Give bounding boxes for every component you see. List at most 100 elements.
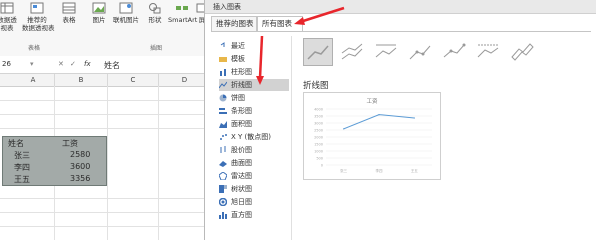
spreadsheet-grid[interactable]: A B C D 姓名 工资 张三 2580 李四 3600 王五 3356 (0, 74, 211, 240)
pivot-table-label: 数据透 视表 (0, 16, 17, 32)
category-label: 条形图 (231, 107, 252, 115)
category-recent[interactable]: 最近 (219, 40, 289, 52)
column-header-b[interactable]: B (55, 74, 108, 87)
formula-input[interactable]: 姓名 (104, 60, 120, 71)
recommended-pivot-button[interactable]: 推荐的 数据透视表 (22, 2, 55, 32)
chart-category-list: 最近 模板 柱形图 折线图 饼图 条形图 面积图 X Y (散点图) 股价图 曲… (215, 36, 292, 240)
category-label: 雷达图 (231, 172, 252, 180)
group-label-illustrations: 插图 (150, 45, 163, 52)
column-chart-icon (220, 69, 226, 76)
category-pie[interactable]: 饼图 (219, 92, 289, 104)
cell-header-name[interactable]: 姓名 (8, 138, 24, 149)
category-line[interactable]: 折线图 (219, 79, 289, 91)
chart-preview-svg: 工资 0 500 1000 1500 2000 2500 3000 3500 4000 张三 李四 王五 (314, 97, 432, 173)
cell-name[interactable]: 张三 (14, 150, 30, 161)
name-box[interactable]: 26 (2, 60, 11, 68)
category-area[interactable]: 面积图 (219, 118, 289, 130)
recommended-pivot-label: 推荐的 数据透视表 (22, 16, 55, 32)
stacked-line-thumbnail[interactable] (337, 38, 367, 66)
fx-button[interactable]: fx (84, 60, 91, 68)
category-label: 折线图 (231, 81, 252, 89)
3d-line-thumbnail[interactable] (507, 38, 537, 66)
stock-chart-icon (220, 146, 226, 153)
formula-bar: 26 ▾ ✕ ✓ fx 姓名 (0, 56, 210, 74)
cell-salary[interactable]: 3600 (70, 162, 90, 171)
undo-icon (220, 42, 225, 47)
grid-line (0, 114, 210, 115)
category-templates[interactable]: 模板 (219, 53, 289, 65)
category-bar[interactable]: 条形图 (219, 105, 289, 117)
name-box-dropdown-icon[interactable]: ▾ (30, 60, 34, 68)
line-subtype-gallery (303, 38, 543, 66)
percent-stacked-line-thumbnail[interactable] (371, 38, 401, 66)
line-markers-thumbnail[interactable] (405, 38, 435, 66)
category-surface[interactable]: 曲面图 (219, 157, 289, 169)
online-picture-button[interactable]: 联机图片 (110, 2, 142, 24)
percent-line-markers-thumbnail[interactable] (473, 38, 503, 66)
category-treemap[interactable]: 树状图 (219, 183, 289, 195)
category-column[interactable]: 柱形图 (219, 66, 289, 78)
online-picture-label: 联机图片 (113, 16, 139, 24)
preview-y-tick-label: 1000 (314, 150, 323, 154)
group-label-tables: 表格 (28, 45, 41, 52)
recommended-pivot-icon (30, 2, 44, 14)
stacked-line-markers-icon (443, 43, 466, 58)
cell-salary[interactable]: 2580 (70, 150, 90, 159)
pivot-table-button[interactable]: 数据透 视表 (0, 2, 20, 32)
line-chart-icon (219, 81, 227, 89)
category-label: 股价图 (231, 146, 252, 154)
category-label: 直方图 (231, 211, 252, 219)
preview-y-tick-label: 2500 (314, 129, 323, 133)
smartart-icon (176, 6, 188, 10)
cell-name[interactable]: 王五 (14, 174, 30, 185)
line-subtype-thumbnail[interactable] (303, 38, 333, 66)
category-label: 树状图 (231, 185, 252, 193)
column-header-a[interactable]: A (12, 74, 55, 87)
preview-series-line (343, 114, 415, 130)
percent-line-markers-icon (477, 44, 499, 58)
category-radar[interactable]: 雷达图 (219, 170, 289, 182)
dialog-titlebar[interactable]: 插入图表 (205, 0, 596, 14)
category-stock[interactable]: 股价图 (219, 144, 289, 156)
tab-all-charts[interactable]: 所有图表 (257, 16, 303, 32)
area-chart-icon (219, 121, 227, 128)
grid-line (0, 100, 210, 101)
cell-salary[interactable]: 3356 (70, 174, 90, 183)
table-label: 表格 (62, 16, 76, 24)
smartart-button[interactable]: SmartArt (168, 2, 198, 24)
treemap-chart-icon (219, 185, 227, 193)
preview-x-tick-label: 李四 (376, 168, 384, 173)
column-header-c[interactable]: C (108, 74, 159, 87)
cancel-icon[interactable]: ✕ (58, 60, 64, 68)
grid-line (107, 86, 108, 240)
picture-icon (92, 2, 106, 14)
stacked-line-markers-thumbnail[interactable] (439, 38, 469, 66)
category-histogram[interactable]: 直方图 (219, 209, 289, 221)
category-sunburst[interactable]: 旭日图 (219, 196, 289, 208)
percent-stacked-line-icon (375, 44, 397, 58)
grid-line (0, 212, 210, 213)
chart-preview[interactable]: 工资 0 500 1000 1500 2000 2500 3000 3500 4000 张三 李四 王五 (303, 92, 441, 180)
preview-y-tick-label: 0 (321, 164, 323, 168)
shapes-button[interactable]: 形状 (142, 2, 168, 24)
preview-data-point (378, 114, 380, 116)
preview-data-point (413, 117, 415, 119)
table-button[interactable]: 表格 (56, 2, 82, 24)
tab-recommended-charts[interactable]: 推荐的图表 (211, 16, 257, 32)
section-title: 折线图 (303, 81, 329, 91)
cell-header-salary[interactable]: 工资 (62, 138, 78, 149)
preview-y-tick-label: 3000 (314, 122, 323, 126)
picture-button[interactable]: 图片 (86, 2, 112, 24)
smartart-label: SmartArt (168, 16, 198, 24)
enter-icon[interactable]: ✓ (70, 60, 76, 68)
category-scatter[interactable]: X Y (散点图) (219, 131, 289, 143)
category-label: 最近 (231, 42, 245, 50)
grid-line (158, 86, 159, 240)
stacked-line-icon (341, 43, 363, 60)
cell-name[interactable]: 李四 (14, 162, 30, 173)
grid-line (0, 128, 210, 129)
preview-y-tick-label: 2000 (314, 136, 323, 140)
category-label: 饼图 (231, 94, 245, 102)
ribbon: 数据透 视表 推荐的 数据透视表 表格 图片 联机图片 形状 SmartArt … (0, 0, 210, 57)
category-label: 柱形图 (231, 68, 252, 76)
